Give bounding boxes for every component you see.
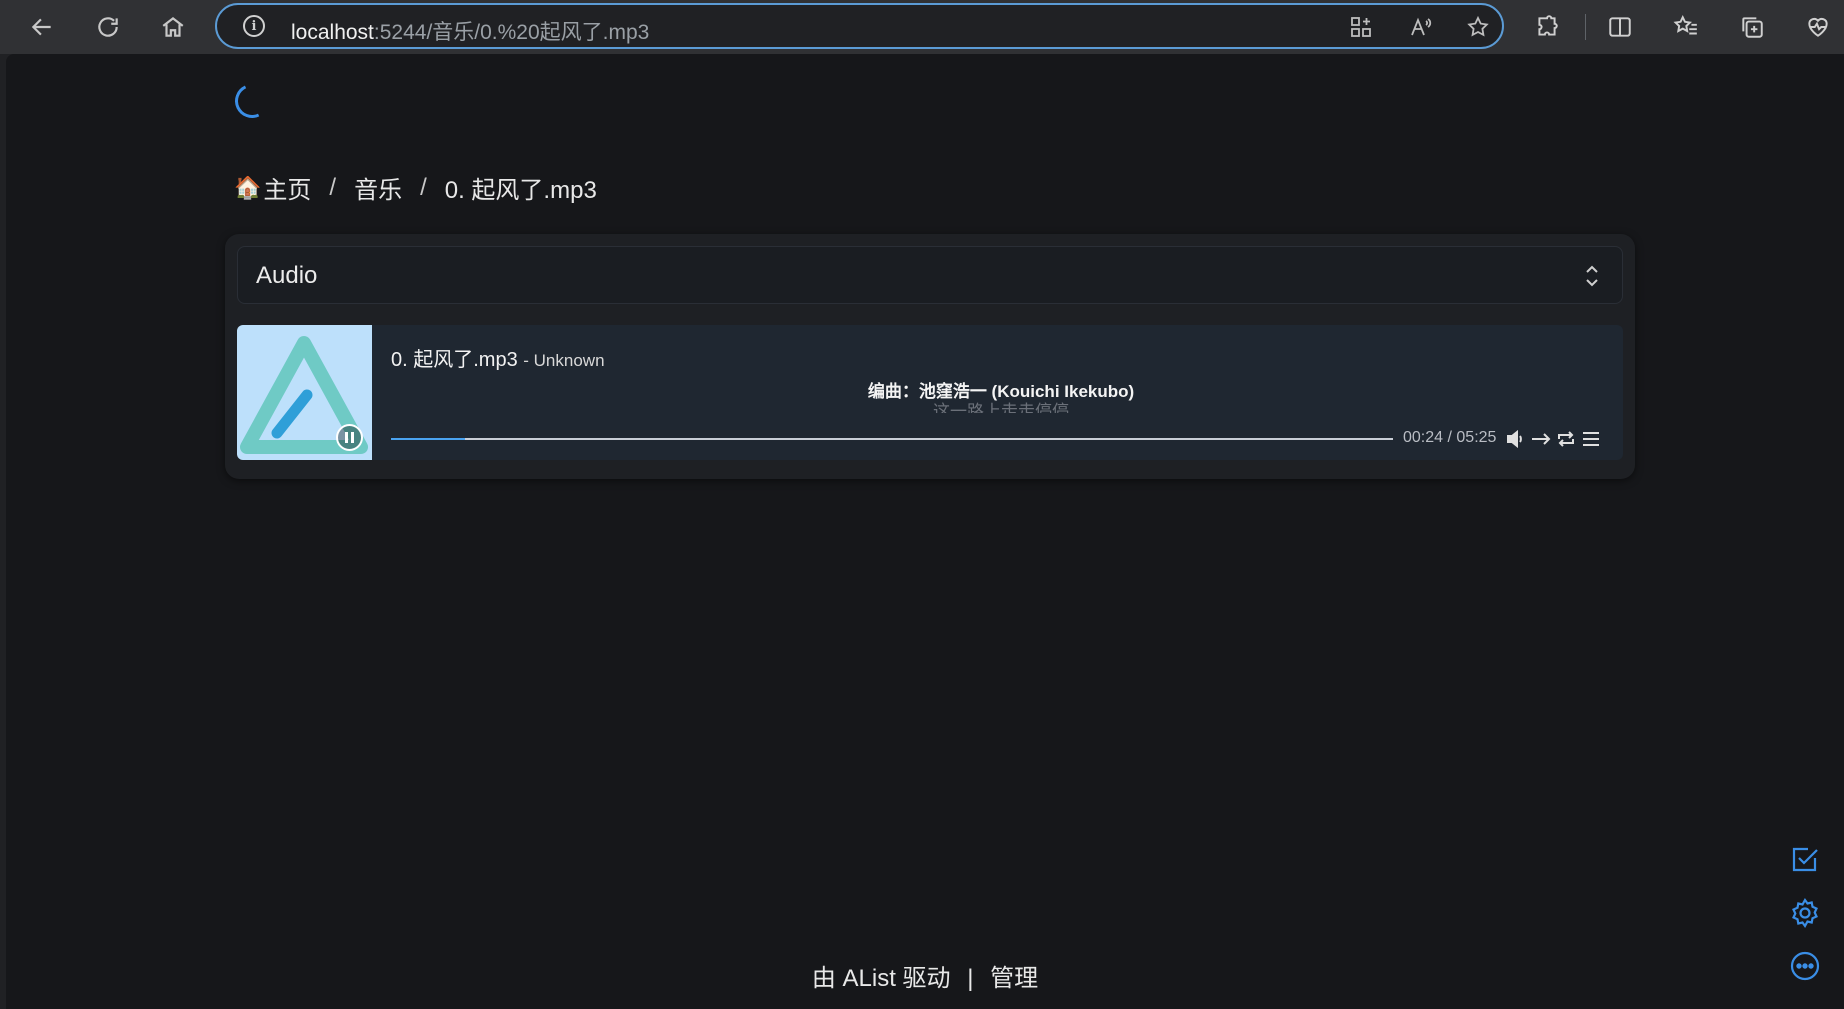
track-title: 0. 起风了.mp3 [391,349,518,371]
more-dots-icon [1790,951,1820,981]
audio-player: 0. 起风了.mp3 - Unknown 编曲：池窪浩一 (Kouichi Ik… [237,325,1623,460]
time-separator: / [1443,429,1457,446]
powered-by-link[interactable]: 由 AList 驱动 [812,965,951,992]
grid-plus-icon [1351,17,1371,37]
album-cover[interactable] [237,325,372,460]
track-info: 0. 起风了.mp3 - Unknown [391,343,605,372]
favorite-button[interactable] [1464,13,1492,41]
lyric-next: 这一路上走走停停 [933,402,1069,413]
toolbar-divider [1585,14,1586,40]
breadcrumb-home[interactable]: 主页 [263,170,311,205]
extensions-button[interactable] [1530,10,1564,44]
breadcrumb-separator: / [329,173,337,201]
arrow-left-icon [31,18,51,36]
time-current: 00:24 [1403,429,1444,446]
time-display: 00:24 / 05:25 [1403,429,1496,447]
heart-pulse-icon [1808,17,1828,37]
menu-list-icon [1583,432,1599,446]
breadcrumb-file[interactable]: 0. 起风了.mp3 [445,170,597,205]
preview-type-select[interactable]: Audio [237,246,1623,304]
page-content: 🏠 主页 / 音乐 / 0. 起风了.mp3 Audio 0. 起风了.mp3 … [6,54,1844,1009]
breadcrumb: 🏠 主页 / 音乐 / 0. 起风了.mp3 [234,170,597,205]
footer: 由 AList 驱动 | 管理 [6,958,1844,993]
preview-type-value: Audio [256,262,318,289]
home-icon [162,16,184,37]
favorites-list-icon [1673,14,1697,35]
progress-bar[interactable] [391,438,1393,440]
split-screen-icon [1609,17,1631,37]
home-button[interactable] [154,8,192,46]
batch-select-button[interactable] [1787,842,1823,878]
puzzle-icon [1538,15,1558,36]
breadcrumb-separator: / [420,173,427,201]
url-host: localhost [291,21,374,44]
star-icon [1467,15,1489,37]
checkbox-icon [1792,847,1818,872]
info-icon[interactable]: i [243,15,265,37]
arrow-right-icon [1532,433,1551,445]
settings-button[interactable] [1787,895,1823,931]
browser-toolbar: i localhost:5244/音乐/0.%20起风了.mp3 [0,0,1844,54]
breadcrumb-folder[interactable]: 音乐 [354,170,402,205]
progress-fill [391,438,466,440]
preview-card: Audio 0. 起风了.mp3 - Unknown 编曲：池窪浩一 (Koui… [225,234,1635,479]
split-screen-button[interactable] [1603,10,1637,44]
favorites-button[interactable] [1669,10,1703,44]
manage-link[interactable]: 管理 [990,965,1038,992]
play-order-button[interactable] [1530,429,1552,449]
reload-icon [98,17,118,37]
more-button[interactable] [1787,948,1823,984]
track-artist: - Unknown [523,351,605,370]
url-text[interactable]: localhost:5244/音乐/0.%20起风了.mp3 [291,16,649,46]
collections-icon [1742,17,1763,38]
app-available-button[interactable] [1347,13,1375,41]
house-emoji-icon: 🏠 [234,174,262,200]
settings-gear-icon [1792,897,1818,929]
address-bar[interactable]: i localhost:5244/音乐/0.%20起风了.mp3 [215,3,1504,49]
read-aloud-icon [1411,17,1432,36]
lyric-current: 编曲：池窪浩一 (Kouichi Ikekubo) [867,382,1135,401]
performance-button[interactable] [1801,10,1835,44]
pause-button[interactable] [336,424,363,451]
read-aloud-button[interactable] [1407,13,1435,41]
collections-button[interactable] [1735,10,1769,44]
back-button[interactable] [23,8,61,46]
chevron-up-down-icon [1584,263,1600,289]
loop-button[interactable] [1555,429,1577,449]
loading-spinner-icon [230,79,274,123]
volume-icon [1507,430,1522,448]
reload-button[interactable] [89,8,127,46]
playlist-button[interactable] [1580,429,1602,449]
volume-button[interactable] [1505,429,1527,449]
time-total: 05:25 [1456,429,1497,446]
footer-divider: | [967,965,974,992]
repeat-icon [1558,431,1574,447]
url-path: :5244/音乐/0.%20起风了.mp3 [373,21,650,44]
